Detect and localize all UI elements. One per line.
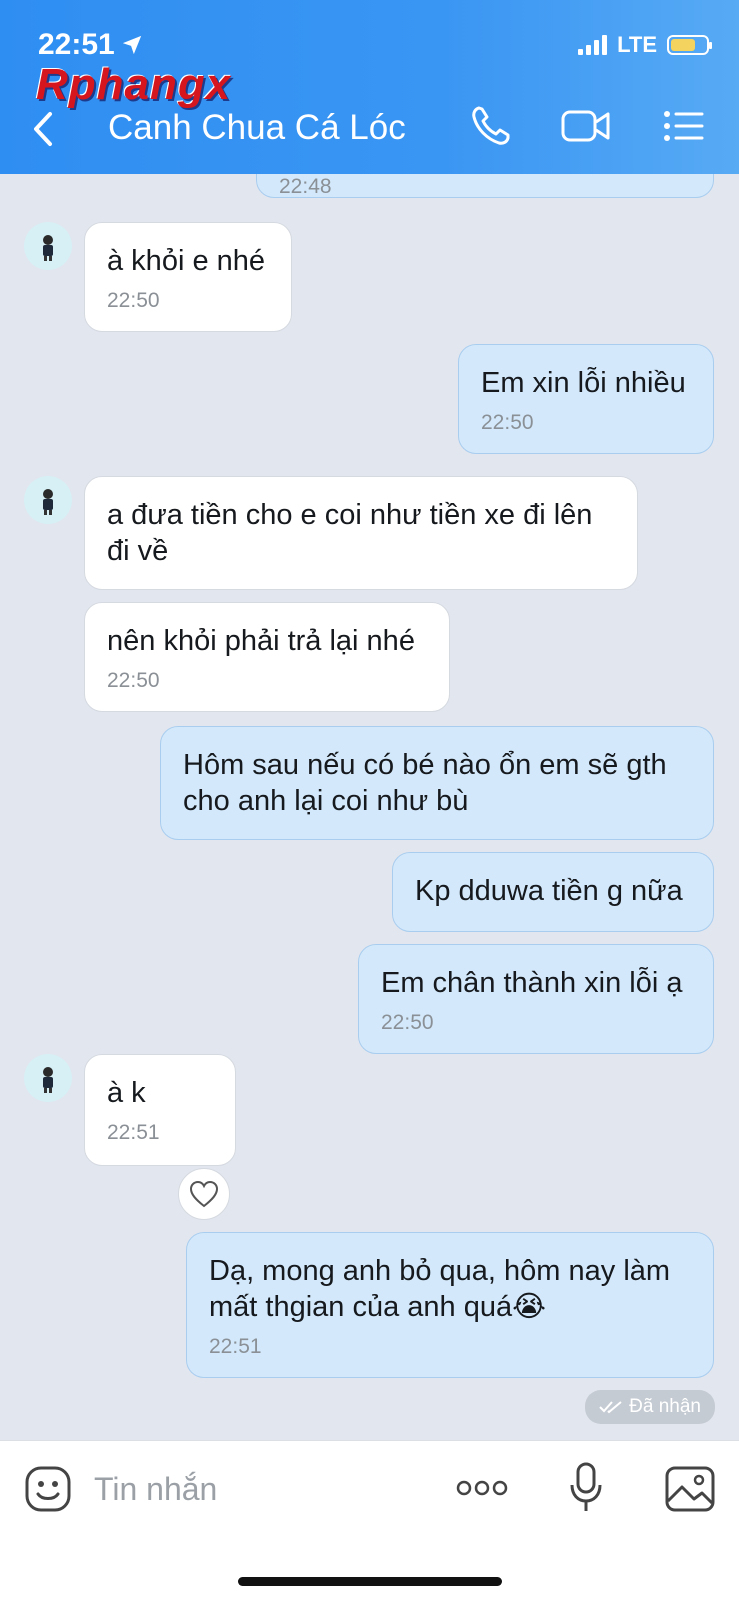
received-status-badge: Đã nhận [585,1390,715,1424]
menu-list-icon[interactable] [662,104,706,148]
message-bubble-out[interactable]: Kp dduwa tiền g nữa [392,852,714,932]
message-bubble-out[interactable]: 22:48 [256,174,714,198]
message-time: 22:48 [279,175,332,198]
battery-icon [667,35,712,55]
message-bubble-out[interactable]: Em xin lỗi nhiều 22:50 [458,344,714,454]
message-time: 22:50 [481,411,534,434]
message-time: 22:51 [209,1335,262,1358]
image-gallery-icon[interactable] [664,1465,716,1513]
message-time: 22:50 [381,1011,434,1034]
message-time: 22:51 [107,1121,160,1144]
phone-call-icon[interactable] [470,104,512,148]
react-button[interactable] [178,1168,230,1220]
avatar[interactable] [24,476,72,524]
message-text: à khỏi e nhé [107,245,266,277]
message-text: Em xin lỗi nhiều [481,367,686,399]
message-bubble-out[interactable]: Hôm sau nếu có bé nào ổn em sẽ gth cho a… [160,726,714,840]
message-text: Kp dduwa tiền g nữa [415,875,683,907]
back-arrow-icon[interactable] [28,108,62,150]
video-call-icon[interactable] [560,104,612,148]
message-list[interactable]: 22:48 à khỏi e nhé 22:50 Em xin lỗi nhiề… [0,174,739,1440]
message-bubble-out[interactable]: Dạ, mong anh bỏ qua, hôm nay làm mất thg… [186,1232,714,1378]
heart-icon [189,1180,219,1208]
message-text: à k [107,1077,146,1109]
message-time: 22:50 [107,669,160,692]
chat-header: 22:51 LTE Rphangx Canh Chua Cá Lóc [0,0,739,174]
avatar-person-icon [43,235,53,261]
sticker-icon[interactable] [24,1465,72,1513]
message-bubble-in[interactable]: à k 22:51 [84,1054,236,1166]
more-options-icon[interactable] [456,1477,508,1499]
signal-icon [578,35,608,55]
avatar[interactable] [24,222,72,270]
avatar[interactable] [24,1054,72,1102]
message-input[interactable]: Tin nhắn [94,1471,217,1508]
double-check-icon [599,1401,622,1414]
message-text: a đưa tiền cho e coi như tiền xe đi lên … [107,499,593,567]
message-bubble-in[interactable]: à khỏi e nhé 22:50 [84,222,292,332]
microphone-icon[interactable] [568,1461,604,1515]
message-bubble-out[interactable]: Em chân thành xin lỗi ạ 22:50 [358,944,714,1054]
status-time-text: 22:51 [38,28,115,61]
received-status-text: Đã nhận [629,1396,701,1417]
avatar-person-icon [43,1067,53,1093]
message-time: 22:50 [107,289,160,312]
message-text: Dạ, mong anh bỏ qua, hôm nay làm mất thg… [209,1255,671,1323]
location-arrow-icon [122,35,141,55]
conversation-title[interactable]: Canh Chua Cá Lóc [108,108,406,148]
home-indicator [238,1577,502,1586]
status-bar-indicators: LTE [578,32,712,58]
message-text: nên khỏi phải trả lại nhé [107,625,415,657]
network-type: LTE [617,32,657,57]
message-text: Em chân thành xin lỗi ạ [381,967,683,999]
message-bubble-in[interactable]: nên khỏi phải trả lại nhé 22:50 [84,602,450,712]
status-bar-time: 22:51 [38,28,143,62]
message-bubble-in[interactable]: a đưa tiền cho e coi như tiền xe đi lên … [84,476,638,590]
composer-bar: Tin nhắn [0,1440,739,1601]
avatar-person-icon [43,489,53,515]
watermark-logo: Rphangx [36,60,232,109]
message-text: Hôm sau nếu có bé nào ổn em sẽ gth cho a… [183,749,667,817]
